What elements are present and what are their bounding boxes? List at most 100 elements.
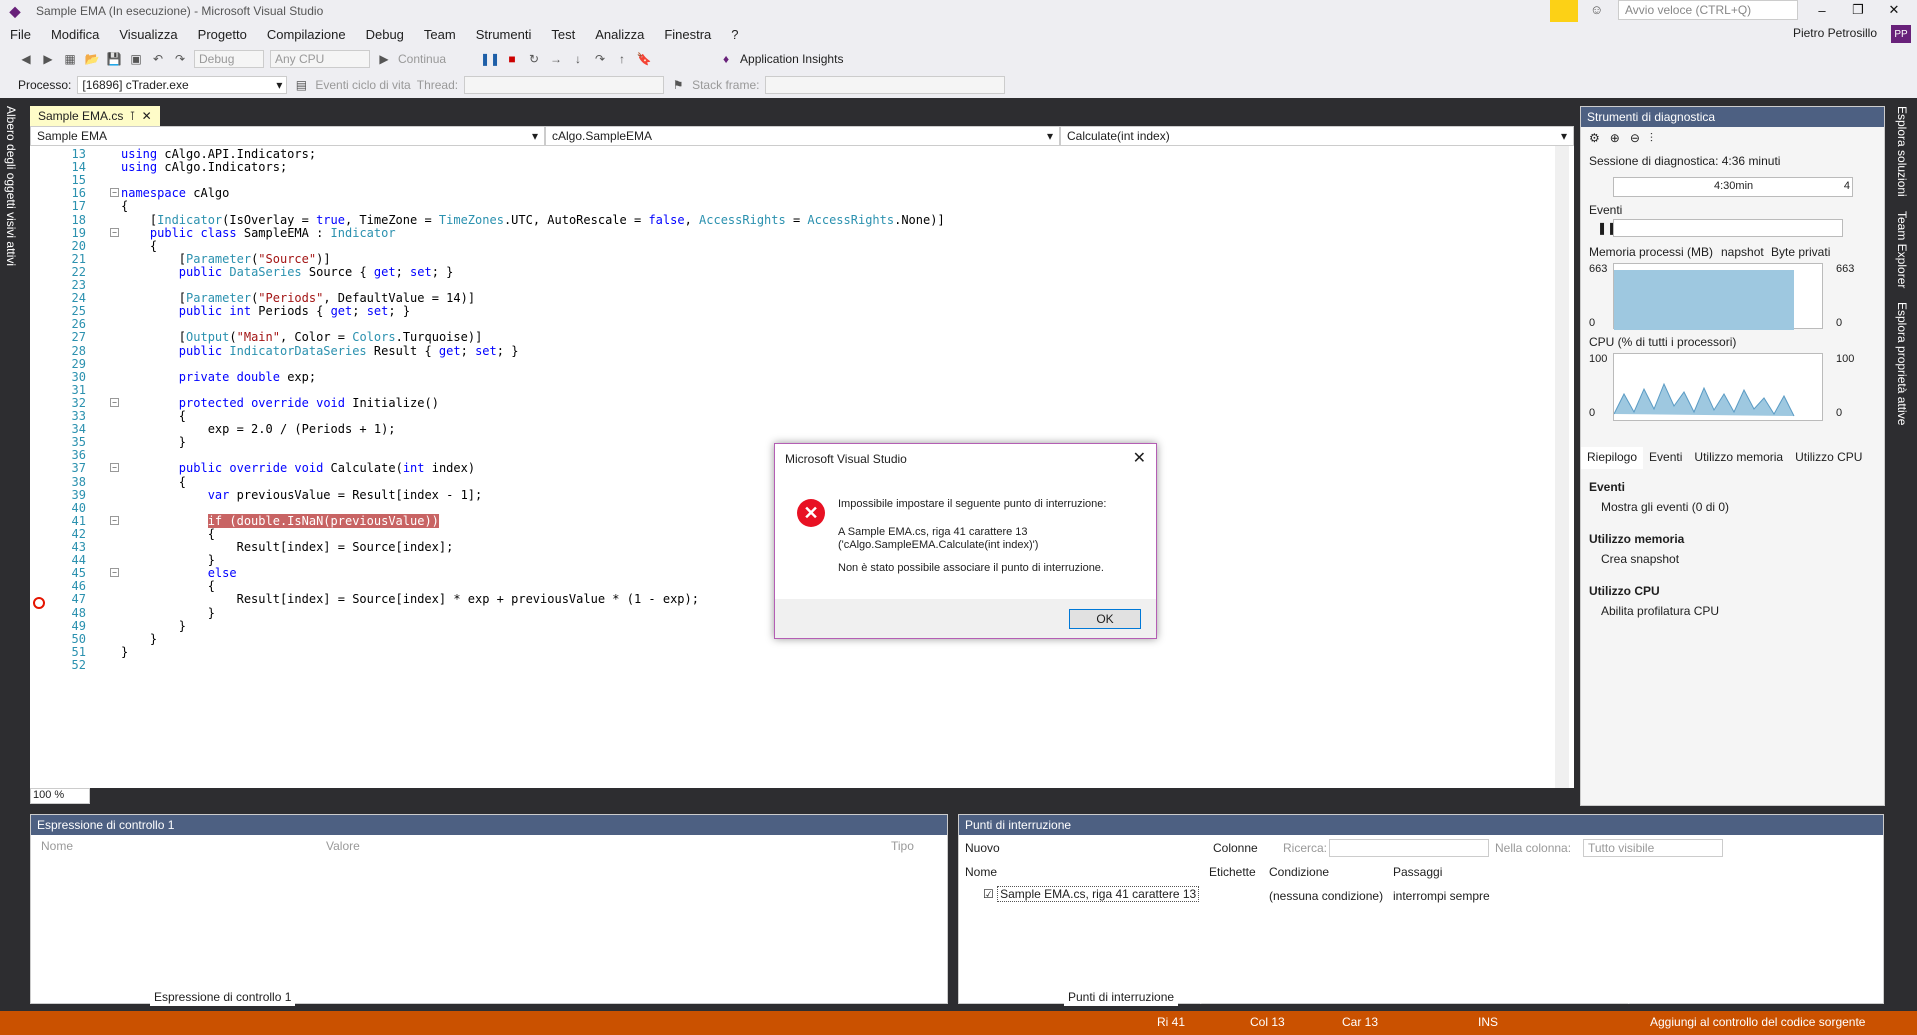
- notification-flag-icon[interactable]: [1550, 0, 1578, 22]
- live-visual-tree-tab[interactable]: Albero degli oggetti visivi attivi: [4, 106, 18, 266]
- menu-view[interactable]: Visualizza: [109, 27, 187, 42]
- menu-file[interactable]: File: [0, 27, 41, 42]
- menu-team[interactable]: Team: [414, 27, 466, 42]
- menu-tools[interactable]: Strumenti: [466, 27, 542, 42]
- dialog-close-icon[interactable]: ✕: [1133, 448, 1146, 468]
- tab-sample-ema[interactable]: Sample EMA.cs ⊺ ✕: [30, 106, 160, 126]
- breakpoint-checkbox[interactable]: ☑: [983, 887, 994, 901]
- show-events-link[interactable]: Mostra gli eventi (0 di 0): [1601, 500, 1729, 514]
- search-input[interactable]: [1329, 839, 1489, 857]
- tab-events[interactable]: Eventi: [1643, 447, 1688, 469]
- lifecycle-events-button[interactable]: Eventi ciclo di vita: [315, 78, 410, 92]
- table-row[interactable]: ☑ Sample EMA.cs, riga 41 carattere 13: [983, 886, 1200, 902]
- close-window-button[interactable]: ✕: [1876, 0, 1912, 20]
- save-all-icon[interactable]: ▣: [128, 51, 144, 67]
- stop-icon[interactable]: ■: [504, 51, 520, 67]
- collapse-icon[interactable]: −: [110, 397, 119, 407]
- back-icon[interactable]: ◀: [18, 51, 34, 67]
- quick-launch-input[interactable]: Avvio veloce (CTRL+Q): [1618, 0, 1798, 20]
- settings-icon[interactable]: ⚙: [1589, 131, 1600, 147]
- menu-edit[interactable]: Modifica: [41, 27, 109, 42]
- menu-analyze[interactable]: Analizza: [585, 27, 654, 42]
- enable-cpu-profiling-button[interactable]: Abilita profilatura CPU: [1601, 604, 1719, 618]
- step-into-icon[interactable]: ↓: [570, 51, 586, 67]
- take-snapshot-button[interactable]: Crea snapshot: [1601, 552, 1679, 566]
- feedback-icon[interactable]: ☺: [1590, 2, 1603, 17]
- editor-vertical-scrollbar[interactable]: [1555, 146, 1569, 788]
- class-combo[interactable]: cAlgo.SampleEMA ▾: [545, 126, 1060, 146]
- pause-icon[interactable]: ❚❚: [480, 51, 500, 67]
- configuration-combo[interactable]: Debug: [194, 50, 264, 68]
- restart-icon[interactable]: ↻: [526, 51, 542, 67]
- menu-debug[interactable]: Debug: [356, 27, 414, 42]
- tab-autos[interactable]: Auto: [30, 988, 63, 1006]
- continue-button[interactable]: Continua: [398, 52, 446, 66]
- tab-summary[interactable]: Riepilogo: [1581, 447, 1644, 469]
- undo-icon[interactable]: ↶: [150, 51, 166, 67]
- columns-button[interactable]: Colonne: [1213, 841, 1258, 855]
- tab-immediate-window[interactable]: Finestra di controllo immediato: [1430, 988, 1601, 1006]
- dialog-title: Microsoft Visual Studio: [785, 452, 907, 466]
- new-project-icon[interactable]: ▦: [62, 51, 78, 67]
- memory-graph-label: Memoria processi (MB): [1589, 245, 1714, 259]
- tab-call-stack[interactable]: Stack di chiamate: [960, 988, 1063, 1006]
- user-name[interactable]: Pietro Petrosillo: [1793, 26, 1877, 40]
- tab-watch-1[interactable]: Espressione di controllo 1: [150, 988, 296, 1006]
- collapse-icon[interactable]: −: [110, 463, 119, 473]
- thread-combo[interactable]: [464, 76, 665, 94]
- menu-window[interactable]: Finestra: [654, 27, 721, 42]
- filter-icon[interactable]: ⚑: [670, 77, 686, 93]
- collapse-icon[interactable]: −: [110, 188, 119, 198]
- bookmark-icon[interactable]: 🔖: [636, 51, 652, 67]
- class-name: cAlgo.SampleEMA: [552, 129, 653, 143]
- menu-help[interactable]: ?: [721, 27, 748, 42]
- tab-command-window[interactable]: Finestra di comando: [1312, 988, 1429, 1006]
- member-combo[interactable]: Calculate(int index) ▾: [1060, 126, 1574, 146]
- forward-icon[interactable]: ▶: [40, 51, 56, 67]
- redo-icon[interactable]: ↷: [172, 51, 188, 67]
- tab-locals[interactable]: Variabili locali: [66, 988, 146, 1006]
- solution-explorer-tab[interactable]: Esplora soluzioni: [1895, 106, 1909, 197]
- menu-build[interactable]: Compilazione: [257, 27, 356, 42]
- show-next-statement-icon[interactable]: →: [548, 51, 564, 67]
- zoom-in-icon[interactable]: ⊕: [1610, 131, 1620, 147]
- tab-breakpoints[interactable]: Punti di interruzione: [1064, 988, 1179, 1006]
- tab-cpu-usage[interactable]: Utilizzo CPU: [1789, 447, 1868, 469]
- application-insights-button[interactable]: Application Insights: [740, 52, 843, 66]
- avatar[interactable]: PP: [1891, 25, 1911, 43]
- timeline-ruler[interactable]: 4:30min 4: [1613, 177, 1853, 197]
- collapse-icon[interactable]: −: [110, 568, 119, 578]
- tab-exception-settings[interactable]: Impostazioni eccezioni: [1182, 988, 1311, 1006]
- tab-output[interactable]: Output: [1604, 988, 1648, 1006]
- lifecycle-events-icon[interactable]: ▤: [293, 77, 309, 93]
- zoom-out-icon[interactable]: ⊖: [1630, 131, 1640, 147]
- breakpoint-warning-icon[interactable]: [33, 597, 45, 609]
- stack-frame-combo[interactable]: [765, 76, 1006, 94]
- maximize-button[interactable]: ❐: [1840, 0, 1876, 20]
- collapse-icon[interactable]: −: [110, 515, 119, 525]
- ok-button[interactable]: OK: [1069, 609, 1141, 629]
- code-line[interactable]: 52: [30, 657, 1560, 673]
- continue-icon[interactable]: ▶: [376, 51, 392, 67]
- save-icon[interactable]: 💾: [106, 51, 122, 67]
- live-property-explorer-tab[interactable]: Esplora proprietà attive: [1895, 302, 1909, 425]
- new-breakpoint-button[interactable]: Nuovo: [965, 841, 1000, 855]
- tab-memory-usage[interactable]: Utilizzo memoria: [1688, 447, 1789, 469]
- minimize-button[interactable]: –: [1804, 0, 1840, 20]
- platform-combo[interactable]: Any CPU: [270, 50, 370, 68]
- reset-view-icon[interactable]: ⫶: [1650, 131, 1653, 147]
- collapse-icon[interactable]: −: [110, 227, 119, 237]
- source-control-button[interactable]: Aggiungi al controllo del codice sorgent…: [1650, 1015, 1865, 1029]
- project-combo[interactable]: Sample EMA ▾: [30, 126, 545, 146]
- open-icon[interactable]: 📂: [84, 51, 100, 67]
- pin-icon[interactable]: ⊺: [129, 109, 135, 123]
- process-combo[interactable]: [16896] cTrader.exe ▾: [77, 76, 288, 94]
- menu-test[interactable]: Test: [541, 27, 585, 42]
- step-out-icon[interactable]: ↑: [614, 51, 630, 67]
- zoom-combo[interactable]: 100 %: [30, 788, 90, 804]
- close-icon[interactable]: ✕: [142, 109, 152, 123]
- step-over-icon[interactable]: ↷: [592, 51, 608, 67]
- menu-project[interactable]: Progetto: [188, 27, 257, 42]
- team-explorer-tab[interactable]: Team Explorer: [1895, 211, 1909, 288]
- in-column-combo[interactable]: Tutto visibile: [1583, 839, 1723, 857]
